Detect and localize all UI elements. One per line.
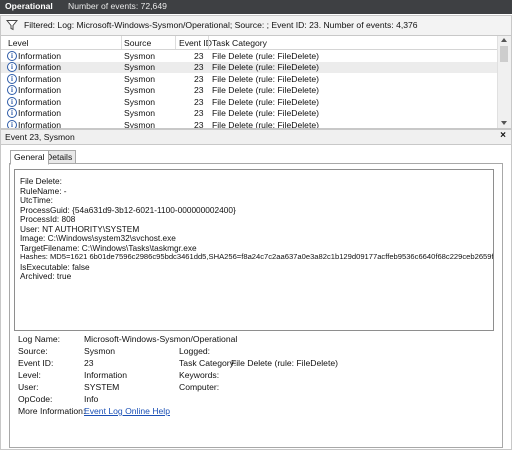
row-level: Information: [18, 73, 61, 84]
row-task-category: File Delete (rule: FileDelete): [212, 50, 319, 61]
column-header-source[interactable]: Source: [124, 38, 151, 48]
description-line: RuleName: -: [20, 185, 67, 196]
row-task-category: File Delete (rule: FileDelete): [212, 119, 319, 129]
column-header-level[interactable]: Level: [8, 38, 29, 48]
source-label: Source:: [18, 346, 48, 356]
row-source: Sysmon: [124, 119, 156, 129]
row-task-category: File Delete (rule: FileDelete): [212, 96, 319, 107]
event-detail-title: Event 23, Sysmon: [5, 132, 75, 142]
row-source: Sysmon: [124, 85, 156, 95]
column-header-task-category[interactable]: Task Category: [212, 38, 267, 48]
event-count: Number of events: 72,649: [68, 1, 167, 11]
event-id-label: Event ID:: [18, 358, 54, 368]
scroll-down-icon[interactable]: [501, 121, 507, 125]
description-line: File Delete:: [20, 176, 62, 186]
description-line: ProcessGuid: {54a631d9-3b12-6021-1100-00…: [20, 204, 236, 215]
info-icon: i: [7, 73, 17, 84]
event-list-scrollbar[interactable]: [497, 36, 511, 128]
keywords-label: Keywords:: [179, 370, 220, 380]
more-information-label: More Information:: [18, 406, 86, 416]
computer-label: Computer:: [179, 382, 220, 392]
row-source: Sysmon: [124, 73, 156, 84]
row-level: Information: [18, 62, 61, 72]
filter-bar: Filtered: Log: Microsoft-Windows-Sysmon/…: [0, 15, 512, 36]
source-value: Sysmon: [84, 346, 116, 356]
row-event-id: 23: [194, 85, 204, 95]
info-icon: i: [7, 85, 17, 95]
event-log-online-help-link[interactable]: Event Log Online Help: [84, 406, 170, 416]
level-label: Level:: [18, 370, 41, 380]
task-category-label: Task Category:: [179, 358, 237, 368]
log-title-bar: Operational Number of events: 72,649: [0, 0, 512, 14]
description-line: UtcTime:: [20, 195, 53, 205]
tab-general[interactable]: General: [10, 150, 49, 165]
description-line: IsExecutable: false: [20, 261, 90, 272]
description-line: Image: C:\Windows\system32\svchost.exe: [20, 233, 176, 243]
description-line: TargetFilename: C:\Windows\Tasks\taskmgr…: [20, 242, 197, 253]
description-line: ProcessId: 808: [20, 214, 76, 224]
info-icon: i: [7, 96, 17, 107]
row-event-id: 23: [194, 62, 204, 72]
scroll-up-icon[interactable]: [501, 38, 507, 42]
row-level: Information: [18, 50, 61, 61]
row-source: Sysmon: [124, 50, 156, 61]
row-task-category: File Delete (rule: FileDelete): [212, 73, 319, 84]
event-id-value: 23: [84, 358, 94, 368]
scroll-thumb[interactable]: [500, 46, 508, 62]
row-event-id: 23: [194, 108, 204, 118]
general-tab-panel: File Delete: RuleName: - UtcTime: Proces…: [9, 163, 503, 448]
table-row[interactable]: i Information Sysmon 23 File Delete (rul…: [1, 96, 497, 108]
event-list[interactable]: Level Source Event ID Task Category i In…: [0, 36, 512, 129]
info-icon: i: [7, 119, 17, 128]
event-description-box[interactable]: File Delete: RuleName: - UtcTime: Proces…: [14, 169, 494, 331]
row-level: Information: [18, 96, 61, 107]
row-event-id: 23: [194, 119, 204, 129]
log-name-value: Microsoft-Windows-Sysmon/Operational: [84, 334, 238, 344]
event-list-header: Level Source Event ID Task Category: [1, 36, 497, 50]
info-icon: i: [7, 50, 17, 61]
row-event-id: 23: [194, 96, 204, 107]
filter-description: Filtered: Log: Microsoft-Windows-Sysmon/…: [24, 20, 418, 30]
description-line: Hashes: MD5=1621 6b01de7596c2986c95bdc34…: [20, 252, 494, 261]
opcode-label: OpCode:: [18, 394, 53, 404]
table-row[interactable]: i Information Sysmon 23 File Delete (rul…: [1, 85, 497, 97]
table-row[interactable]: i Information Sysmon 23 File Delete (rul…: [1, 119, 497, 129]
row-level: Information: [18, 119, 61, 129]
table-row[interactable]: i Information Sysmon 23 File Delete (rul…: [1, 73, 497, 85]
user-value: SYSTEM: [84, 382, 120, 392]
log-name-label: Log Name:: [18, 334, 61, 344]
row-task-category: File Delete (rule: FileDelete): [212, 85, 319, 95]
logged-label: Logged:: [179, 346, 211, 356]
description-line: Archived: true: [20, 271, 72, 281]
row-source: Sysmon: [124, 62, 156, 72]
row-task-category: File Delete (rule: FileDelete): [212, 108, 319, 118]
row-source: Sysmon: [124, 96, 156, 107]
row-level: Information: [18, 85, 61, 95]
row-source: Sysmon: [124, 108, 156, 118]
task-category-value: File Delete (rule: FileDelete): [231, 358, 338, 368]
table-row[interactable]: i Information Sysmon 23 File Delete (rul…: [1, 61, 497, 73]
row-event-id: 23: [194, 50, 204, 61]
log-title: Operational: [5, 1, 53, 11]
row-level: Information: [18, 108, 61, 118]
close-icon[interactable]: ×: [500, 130, 506, 141]
table-row[interactable]: i Information Sysmon 23 File Delete (rul…: [1, 108, 497, 120]
info-icon: i: [7, 62, 17, 72]
opcode-value: Info: [84, 394, 99, 404]
row-event-id: 23: [194, 73, 204, 84]
info-icon: i: [7, 108, 17, 118]
row-task-category: File Delete (rule: FileDelete): [212, 62, 319, 72]
table-row[interactable]: i Information Sysmon 23 File Delete (rul…: [1, 50, 497, 62]
level-value: Information: [84, 370, 127, 380]
event-detail-header: Event 23, Sysmon ×: [0, 129, 512, 145]
filter-icon: [6, 20, 18, 31]
description-line: User: NT AUTHORITY\SYSTEM: [20, 223, 140, 234]
user-label: User:: [18, 382, 39, 392]
event-detail-pane: General Details File Delete: RuleName: -…: [0, 144, 512, 450]
